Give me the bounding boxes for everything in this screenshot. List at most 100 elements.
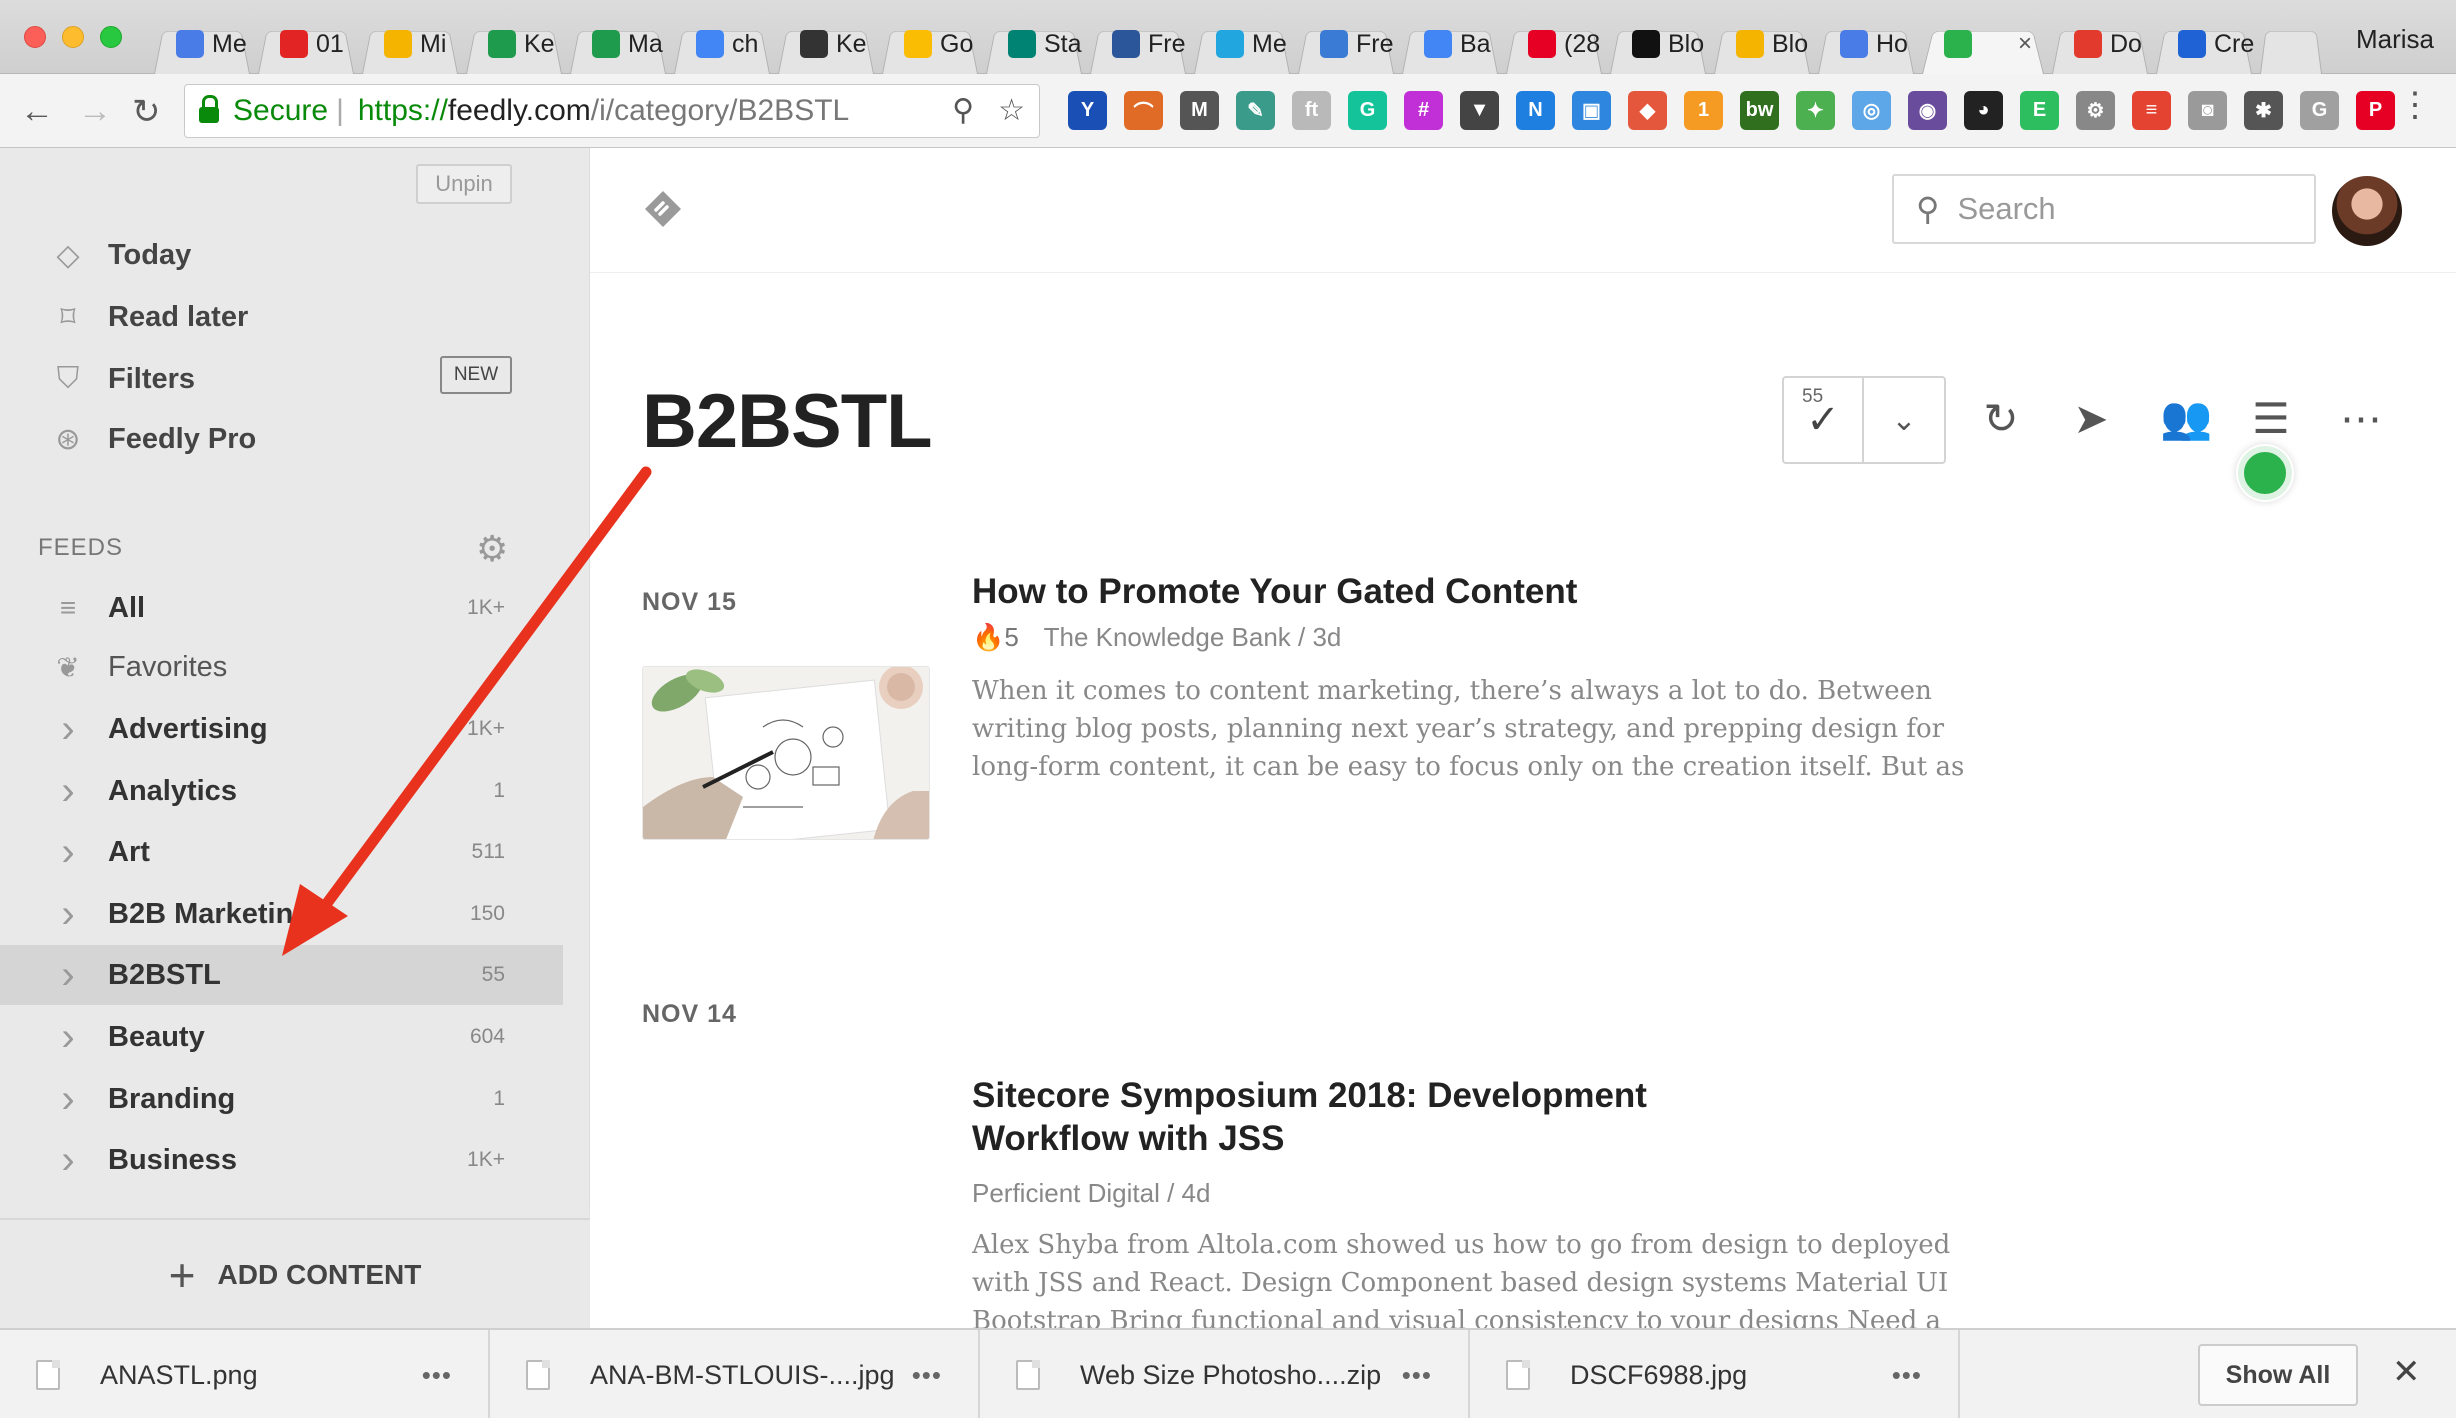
feed-row[interactable]: ❦ Favorites: [0, 637, 563, 697]
address-bar[interactable]: Secure | https:// feedly.com /i/category…: [184, 84, 1040, 138]
download-item[interactable]: ANASTL.png •••: [0, 1330, 490, 1418]
browser-tab[interactable]: Ba: [1398, 14, 1502, 74]
feed-row[interactable]: ≡ All 1K+: [0, 578, 563, 638]
send-icon[interactable]: ➤: [2070, 394, 2112, 443]
chevron-right-icon[interactable]: ›: [48, 953, 88, 998]
browser-tab[interactable]: Sta: [982, 14, 1086, 74]
browser-tab[interactable]: (28: [1502, 14, 1606, 74]
add-content-button[interactable]: + ADD CONTENT: [0, 1218, 590, 1330]
feed-row[interactable]: › Beauty 604: [0, 1007, 563, 1067]
show-all-button[interactable]: Show All: [2198, 1344, 2358, 1406]
feed-row[interactable]: › Business 1K+: [0, 1130, 563, 1190]
chevron-right-icon[interactable]: ›: [48, 830, 88, 875]
status-indicator-icon[interactable]: [2236, 444, 2294, 502]
browser-tab[interactable]: Ma: [566, 14, 670, 74]
refresh-icon[interactable]: ↻: [1980, 394, 2022, 443]
feedly-logo-icon[interactable]: [642, 188, 684, 230]
browser-tab[interactable]: Me: [1190, 14, 1294, 74]
download-more-icon[interactable]: •••: [1402, 1360, 1432, 1391]
nav-filters[interactable]: ⛉ Filters: [48, 354, 195, 404]
badge-icon[interactable]: 1: [1684, 91, 1723, 130]
bulb-icon[interactable]: ✱: [2244, 91, 2283, 130]
download-more-icon[interactable]: •••: [912, 1360, 942, 1391]
feed-row[interactable]: › Analytics 1: [0, 761, 563, 821]
cast-icon[interactable]: ◎: [1852, 91, 1891, 130]
browser-tab[interactable]: Blo: [1710, 14, 1814, 74]
article-excerpt[interactable]: Alex Shyba from Altola.com showed us how…: [972, 1226, 1982, 1328]
unpin-button[interactable]: Unpin: [416, 164, 512, 204]
browser-tab[interactable]: Me: [150, 14, 254, 74]
article-source[interactable]: The Knowledge Bank / 3d: [1044, 622, 1342, 652]
download-more-icon[interactable]: •••: [422, 1360, 452, 1391]
new-icon[interactable]: N: [1516, 91, 1555, 130]
feed-row[interactable]: › Art 511: [0, 822, 563, 882]
mark-as-read-dropdown[interactable]: ⌄: [1864, 378, 1944, 462]
browser-tab[interactable]: Do: [2048, 14, 2152, 74]
grammarly-icon[interactable]: G: [1348, 91, 1387, 130]
reload-icon[interactable]: ↻: [132, 92, 161, 132]
screen-icon[interactable]: ▣: [1572, 91, 1611, 130]
todoist-icon[interactable]: ≡: [2132, 91, 2171, 130]
new-tab-button[interactable]: [2256, 14, 2326, 74]
browser-tab[interactable]: ×: [1918, 14, 2048, 74]
article-source[interactable]: Perficient Digital / 4d: [972, 1178, 1210, 1208]
browser-tab[interactable]: 01: [254, 14, 358, 74]
download-item[interactable]: ANA-BM-STLOUIS-....jpg •••: [490, 1330, 980, 1418]
browser-tab[interactable]: Fre: [1086, 14, 1190, 74]
evernote-icon[interactable]: E: [2020, 91, 2059, 130]
team-icon[interactable]: 👥: [2160, 394, 2212, 443]
browser-tab[interactable]: Ho: [1814, 14, 1918, 74]
window-maximize-button[interactable]: [100, 26, 122, 48]
nav-read-later[interactable]: ⌑ Read later: [48, 292, 248, 342]
camera-icon[interactable]: ◙: [2188, 91, 2227, 130]
pinterest-icon[interactable]: P: [2356, 91, 2395, 130]
chevron-right-icon[interactable]: ›: [48, 1138, 88, 1183]
feed-row[interactable]: › B2B Marketing 150: [0, 884, 563, 944]
download-item[interactable]: Web Size Photosho....zip •••: [980, 1330, 1470, 1418]
window-minimize-button[interactable]: [62, 26, 84, 48]
bookmark-star-icon[interactable]: ☆: [998, 93, 1025, 128]
download-item[interactable]: DSCF6988.jpg •••: [1470, 1330, 1960, 1418]
chevron-right-icon[interactable]: ›: [48, 892, 88, 937]
zoom-icon[interactable]: ⚲: [952, 93, 974, 128]
list-view-icon[interactable]: ☰: [2250, 394, 2292, 443]
diamond-icon[interactable]: ◆: [1628, 91, 1667, 130]
browser-tab[interactable]: Fre: [1294, 14, 1398, 74]
chevron-right-icon[interactable]: ›: [48, 769, 88, 814]
pocket-icon[interactable]: ▼: [1460, 91, 1499, 130]
browser-tab[interactable]: Ke: [774, 14, 878, 74]
download-more-icon[interactable]: •••: [1892, 1360, 1922, 1391]
g-icon[interactable]: G: [2300, 91, 2339, 130]
avatar[interactable]: [2332, 176, 2402, 246]
m-icon[interactable]: M: [1180, 91, 1219, 130]
gear-icon[interactable]: ⚙: [476, 528, 508, 570]
dropper-icon[interactable]: ✎: [1236, 91, 1275, 130]
gear-x-icon[interactable]: ⚙: [2076, 91, 2115, 130]
y-icon[interactable]: Y: [1068, 91, 1107, 130]
nav-today[interactable]: ◇ Today: [48, 230, 191, 280]
chevron-right-icon[interactable]: ›: [48, 1015, 88, 1060]
owl-icon[interactable]: ◕: [1964, 91, 2003, 130]
article-excerpt[interactable]: When it comes to content marketing, ther…: [972, 672, 1982, 786]
back-icon[interactable]: ←: [20, 92, 54, 131]
browser-tab[interactable]: Cre: [2152, 14, 2256, 74]
close-icon[interactable]: ✕: [2392, 1352, 2421, 1392]
feed-row[interactable]: › Advertising 1K+: [0, 699, 563, 759]
chevron-right-icon[interactable]: ›: [48, 1077, 88, 1122]
more-icon[interactable]: ⋯: [2340, 394, 2382, 443]
browser-tab[interactable]: Mi: [358, 14, 462, 74]
arc-icon[interactable]: ⌒: [1124, 91, 1163, 130]
forward-icon[interactable]: →: [78, 92, 112, 131]
feed-row[interactable]: › Branding 1: [0, 1069, 563, 1129]
browser-menu-icon[interactable]: ⋮: [2398, 88, 2432, 122]
browser-tab[interactable]: Blo: [1606, 14, 1710, 74]
hootlet-icon[interactable]: ft: [1292, 91, 1331, 130]
bw-icon[interactable]: bw: [1740, 91, 1779, 130]
article-title[interactable]: Sitecore Symposium 2018: Development Wor…: [972, 1074, 1812, 1160]
chevron-right-icon[interactable]: ›: [48, 707, 88, 752]
orb-icon[interactable]: ◉: [1908, 91, 1947, 130]
browser-tab[interactable]: ch: [670, 14, 774, 74]
tab-close-icon[interactable]: ×: [2018, 30, 2032, 58]
leaf-icon[interactable]: ✦: [1796, 91, 1835, 130]
nav-feedly-pro[interactable]: ⊛ Feedly Pro: [48, 414, 256, 464]
